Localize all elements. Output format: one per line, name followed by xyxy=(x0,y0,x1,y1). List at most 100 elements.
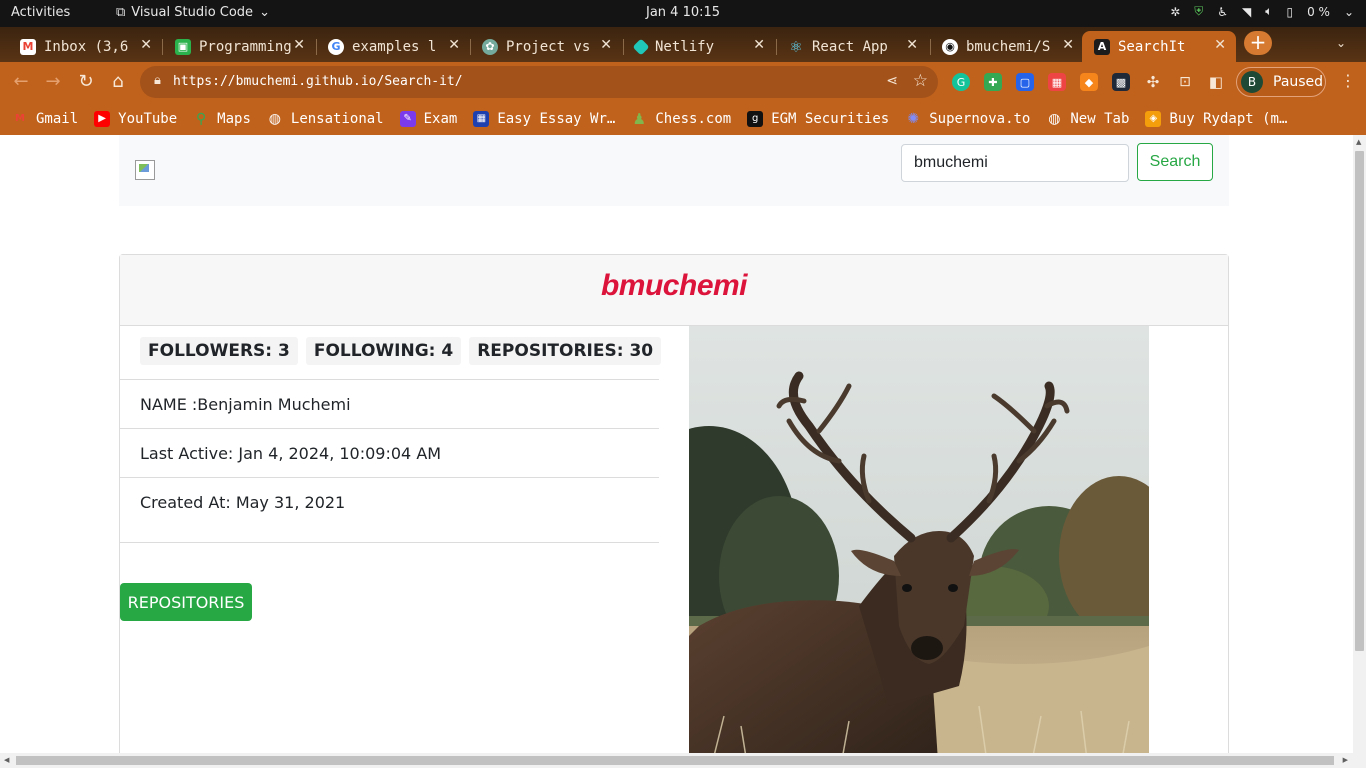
profile-button[interactable]: B Paused xyxy=(1236,67,1326,97)
close-icon[interactable]: ✕ xyxy=(293,37,305,53)
forward-icon[interactable]: → xyxy=(42,71,64,93)
egm-icon: g xyxy=(747,110,764,127)
bookmark-egm[interactable]: g EGM Securities xyxy=(747,110,890,127)
system-tray[interactable]: ✲ ⛨ ♿ ◥ 🔈︎ ▯ 0 % ⌄ xyxy=(1170,4,1354,19)
web-page: Search bmuchemi FOLLOWERS: 3 FOLLOWING: … xyxy=(0,135,1353,753)
repositories-button[interactable]: REPOSITORIES xyxy=(120,583,252,621)
globe-icon: ◍ xyxy=(268,110,281,127)
extensions-puzzle-icon[interactable]: ✣ xyxy=(1144,73,1162,91)
scroll-right-icon[interactable]: ▶ xyxy=(1343,756,1348,764)
accessibility-icon[interactable]: ♿ xyxy=(1217,5,1228,19)
extension-icon[interactable]: ▦ xyxy=(1048,73,1066,91)
close-icon[interactable]: ✕ xyxy=(906,37,918,53)
bookmark-easy-essay[interactable]: ▦ Easy Essay Wr… xyxy=(473,110,616,127)
close-icon[interactable]: ✕ xyxy=(140,37,152,53)
tab-title: React App xyxy=(812,38,888,55)
side-panel-icon[interactable]: ◧ xyxy=(1207,73,1225,91)
tab-search-icon[interactable]: ⌄ xyxy=(1336,36,1346,50)
followers-badge: FOLLOWERS: 3 xyxy=(140,337,298,365)
reload-icon[interactable]: ↻ xyxy=(75,71,97,93)
tab-title: bmuchemi/S xyxy=(966,38,1051,55)
tab-inbox[interactable]: M Inbox (3,6 ✕ xyxy=(0,31,162,62)
scroll-left-icon[interactable]: ◀ xyxy=(4,756,9,764)
bookmark-label: Lensational xyxy=(290,110,384,127)
tab-searchit[interactable]: A SearchIt ✕ xyxy=(1082,31,1236,62)
new-tab-button[interactable]: + xyxy=(1244,31,1272,55)
battery-icon[interactable]: ▯ xyxy=(1286,5,1293,19)
close-icon[interactable]: ✕ xyxy=(1214,37,1226,53)
bookmark-label: New Tab xyxy=(1070,110,1130,127)
tab-strip: M Inbox (3,6 ✕ ▣ Programming ✕ G example… xyxy=(0,27,1366,62)
tab-github[interactable]: ◉ bmuchemi/S ✕ xyxy=(922,31,1084,62)
activities-button[interactable]: Activities xyxy=(11,5,70,20)
tab-programming[interactable]: ▣ Programming ✕ xyxy=(155,31,315,62)
search-button[interactable]: Search xyxy=(1137,143,1213,181)
clock[interactable]: Jan 4 10:15 xyxy=(646,5,720,20)
bookmark-star-icon[interactable]: ☆ xyxy=(913,71,928,91)
following-badge: FOLLOWING: 4 xyxy=(305,337,462,365)
tab-react-app[interactable]: ⚛ React App ✕ xyxy=(768,31,928,62)
address-bar[interactable]: 🔒︎ https://bmuchemi.github.io/Search-it/… xyxy=(140,66,938,98)
bookmark-label: Easy Essay Wr… xyxy=(497,110,616,127)
metamask-icon[interactable]: ◆ xyxy=(1080,73,1098,91)
bookmark-rydapt[interactable]: ◈ Buy Rydapt (m… xyxy=(1145,110,1287,127)
url-text[interactable]: https://bmuchemi.github.io/Search-it/ xyxy=(173,74,463,89)
tab-title: Project vs xyxy=(506,38,591,55)
close-icon[interactable]: ✕ xyxy=(448,37,460,53)
tab-project[interactable]: ✿ Project vs ✕ xyxy=(462,31,622,62)
vscode-icon: ⧉ xyxy=(116,5,126,20)
bookmark-new-tab[interactable]: ◍ New Tab xyxy=(1046,111,1129,127)
profile-status: Paused xyxy=(1273,74,1324,90)
close-icon[interactable]: ✕ xyxy=(600,37,612,53)
bookmark-label: Gmail xyxy=(36,110,79,127)
lock-icon[interactable]: 🔒︎ xyxy=(154,73,161,88)
bookmark-label: Maps xyxy=(217,110,251,127)
extension-badge-icon[interactable]: ✚ xyxy=(984,73,1002,91)
globe-icon: ◍ xyxy=(1048,110,1061,127)
profile-card: bmuchemi FOLLOWERS: 3 FOLLOWING: 4 REPOS… xyxy=(119,254,1229,753)
tab-examples[interactable]: G examples l ✕ xyxy=(308,31,470,62)
programming-icon: ▣ xyxy=(175,38,191,55)
bookmark-label: EGM Securities xyxy=(771,110,890,127)
kebab-menu-icon[interactable]: ⋮ xyxy=(1340,71,1356,90)
app-name: Visual Studio Code xyxy=(131,5,254,20)
volume-icon[interactable]: 🔈︎ xyxy=(1265,4,1272,19)
bookmark-exam[interactable]: ✎ Exam xyxy=(399,110,457,127)
bookmarks-bar: M Gmail ▶ YouTube ⚲ Maps ◍ Lensational ✎ Exam… xyxy=(0,102,1366,135)
home-icon[interactable]: ⌂ xyxy=(107,71,129,93)
bookmark-gmail[interactable]: M Gmail xyxy=(12,111,78,127)
rydapt-icon: ◈ xyxy=(1145,110,1162,127)
profile-avatar-image xyxy=(689,326,1149,753)
maps-icon: ⚲ xyxy=(196,110,207,127)
tab-title: SearchIt xyxy=(1118,38,1186,55)
scroll-up-icon[interactable]: ▲ xyxy=(1356,138,1361,146)
bookmark-maps[interactable]: ⚲ Maps xyxy=(193,111,251,127)
wifi-icon[interactable]: ◥ xyxy=(1242,5,1251,19)
tab-netlify[interactable]: Netlify ✕ xyxy=(615,31,775,62)
bookmark-supernova[interactable]: ✺ Supernova.to xyxy=(905,111,1030,127)
angular-icon: A xyxy=(1094,38,1110,55)
close-icon[interactable]: ✕ xyxy=(753,37,765,53)
bookmark-chess[interactable]: ♟ Chess.com xyxy=(631,110,732,128)
scrollbar-thumb[interactable] xyxy=(1355,151,1364,651)
search-input[interactable] xyxy=(901,144,1129,182)
cast-icon[interactable]: ⊡ xyxy=(1176,73,1194,91)
openai-icon: ✿ xyxy=(482,38,498,55)
vertical-scrollbar[interactable]: ▲ xyxy=(1353,135,1366,753)
grammarly-icon[interactable]: G xyxy=(952,73,970,91)
chevron-down-icon[interactable]: ⌄ xyxy=(1344,5,1354,19)
horizontal-scrollbar[interactable]: ◀ ▶ xyxy=(0,753,1366,768)
slack-icon[interactable]: ✲ xyxy=(1170,5,1180,19)
bookmark-lensational[interactable]: ◍ Lensational xyxy=(267,111,384,127)
share-icon[interactable]: ⋖ xyxy=(886,73,898,89)
shield-icon[interactable]: ⛨ xyxy=(1194,4,1203,19)
broken-logo-image[interactable] xyxy=(135,160,155,180)
close-icon[interactable]: ✕ xyxy=(1062,37,1074,53)
app-menu[interactable]: ⧉ Visual Studio Code ⌄ xyxy=(116,5,270,20)
scrollbar-thumb[interactable] xyxy=(16,756,1334,765)
tab-title: Inbox (3,6 xyxy=(44,38,129,55)
screen-capture-icon[interactable]: ▢ xyxy=(1016,73,1034,91)
bookmark-youtube[interactable]: ▶ YouTube xyxy=(94,110,177,127)
qr-code-icon[interactable]: ▩ xyxy=(1112,73,1130,91)
back-icon[interactable]: ← xyxy=(10,71,32,93)
